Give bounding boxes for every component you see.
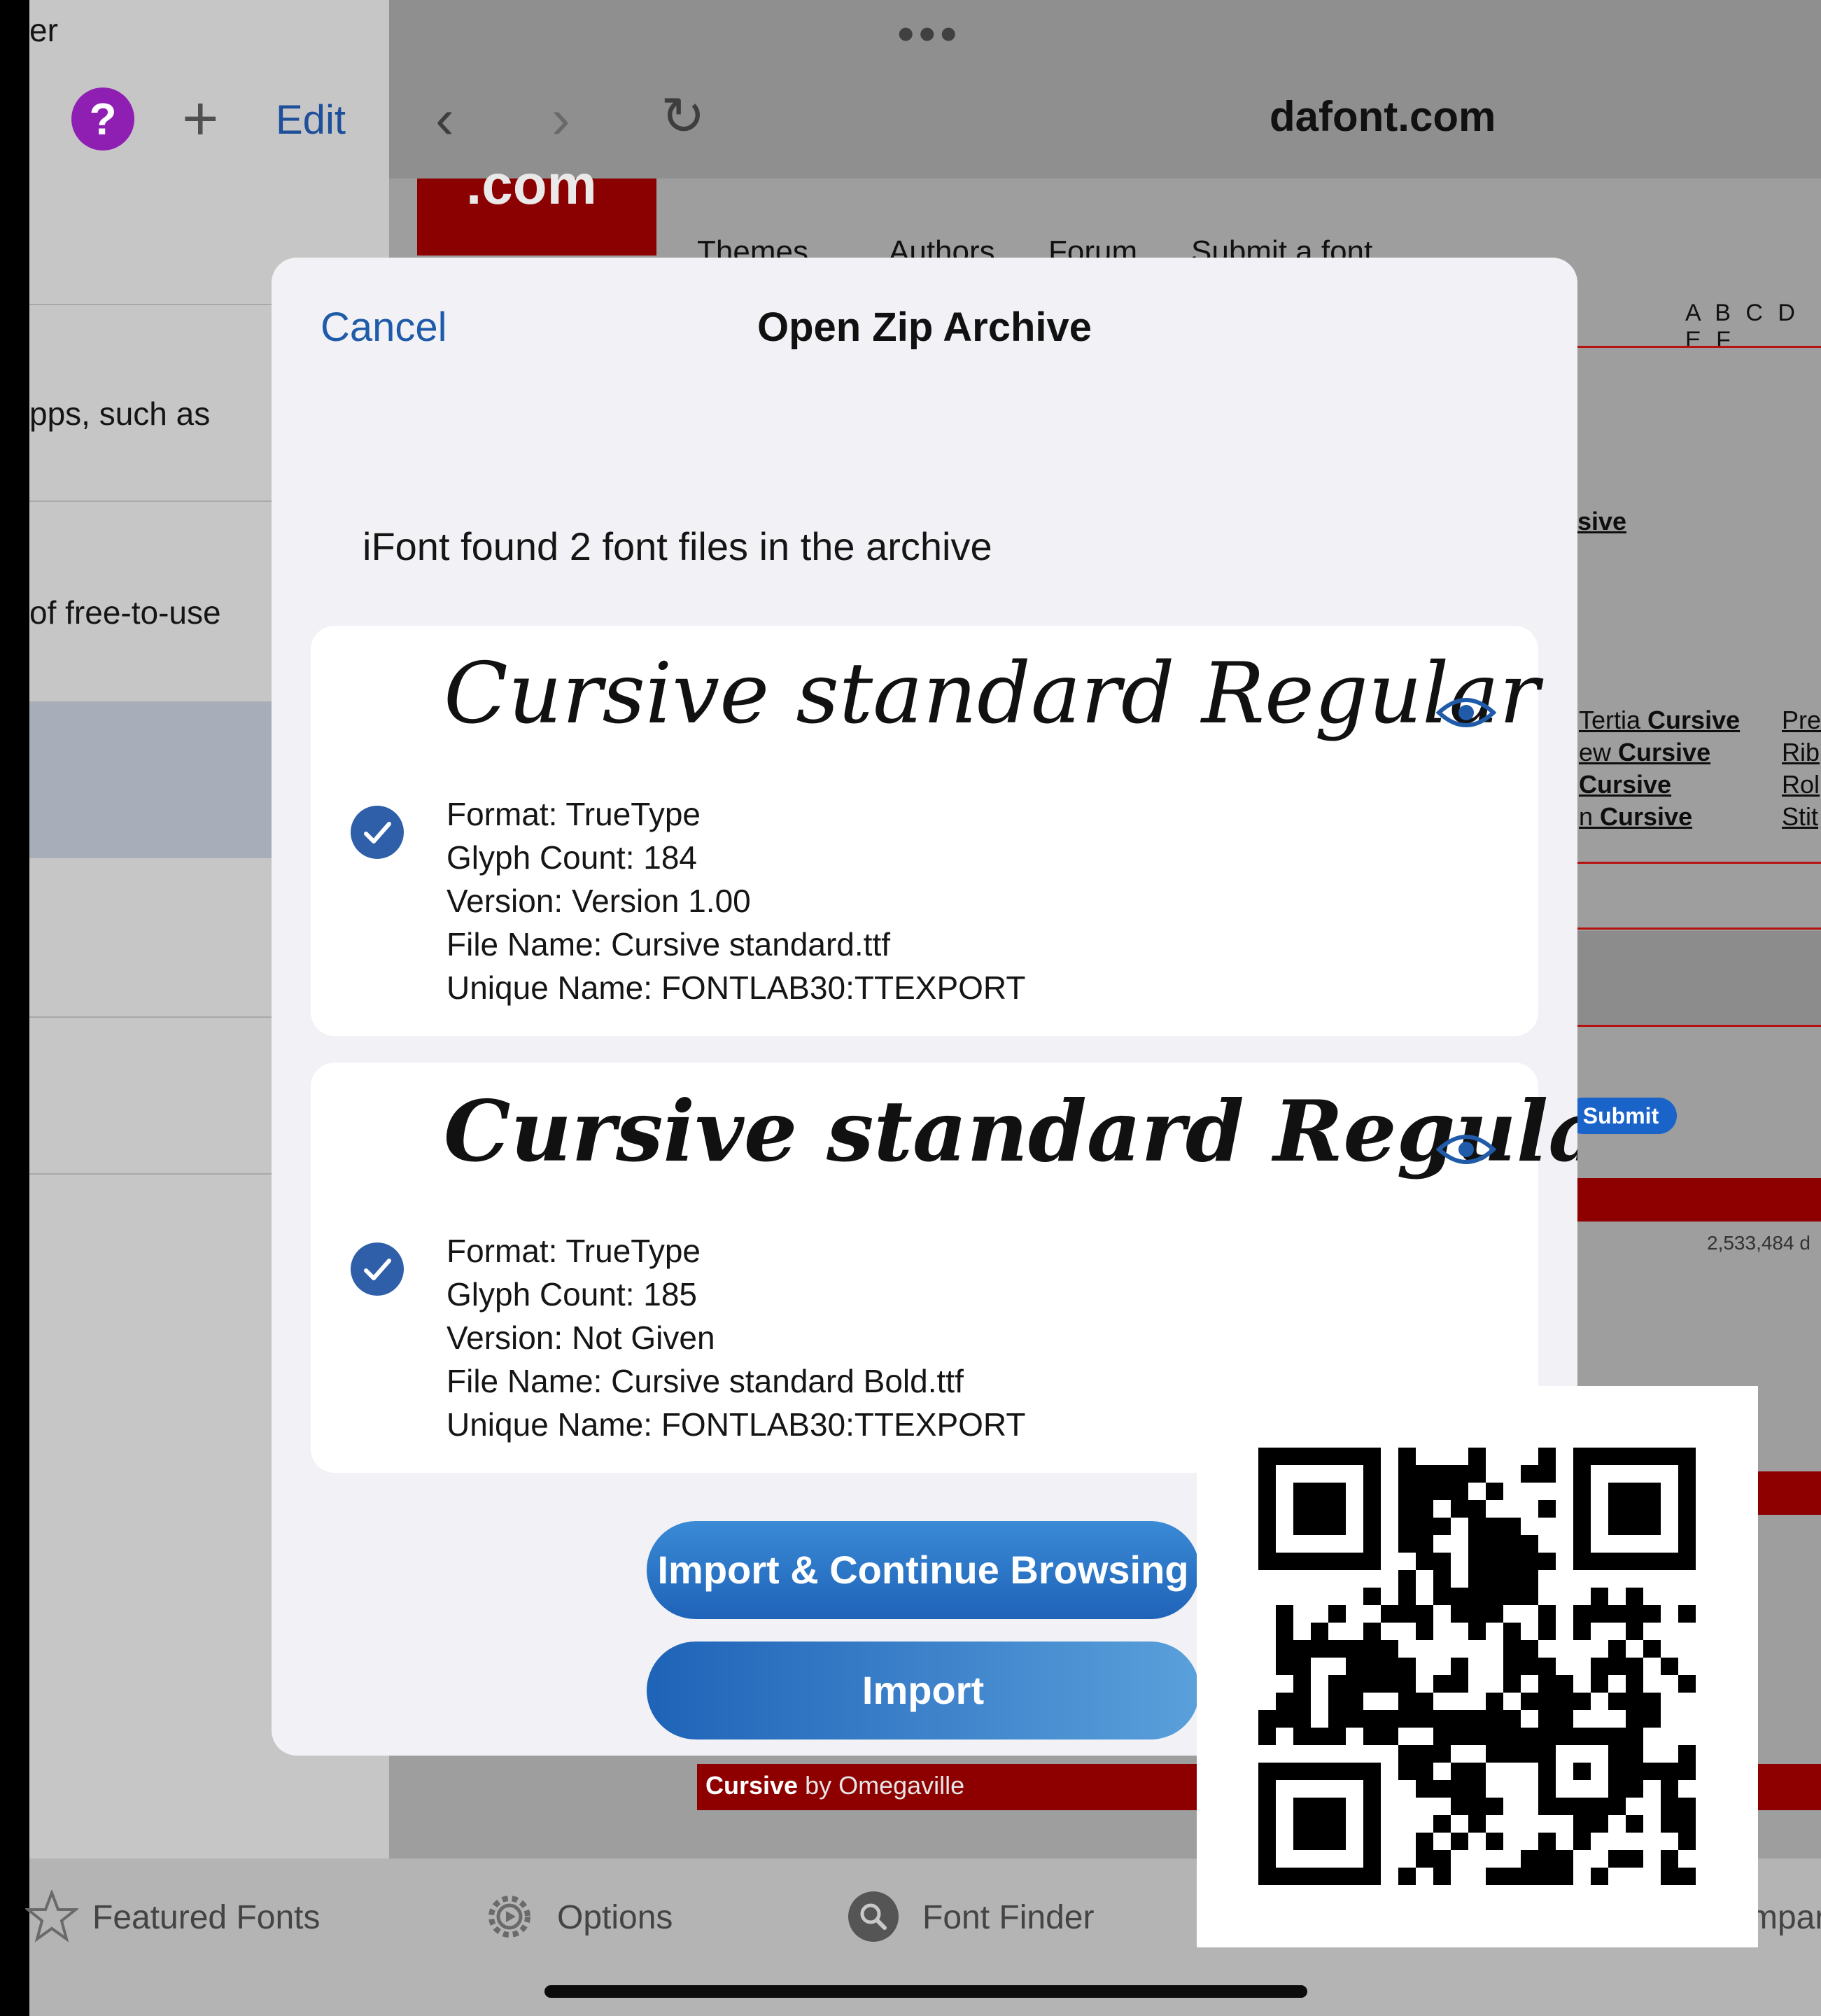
found-message: iFont found 2 font files in the archive (363, 524, 992, 568)
divider (1577, 1025, 1821, 1027)
plus-icon[interactable]: + (182, 84, 219, 154)
submit-button[interactable]: Submit (1565, 1098, 1677, 1134)
divider (1577, 927, 1821, 930)
page-band (1577, 931, 1821, 1025)
help-icon[interactable]: ? (71, 88, 134, 150)
font-link[interactable]: Cursive (1579, 770, 1671, 799)
font-link[interactable]: Pre (1782, 706, 1821, 735)
sidebar-item-text[interactable]: pps, such as (29, 395, 210, 433)
search-icon (848, 1891, 899, 1942)
glyph-count-label: Glyph Count: 184 (447, 839, 698, 876)
qr-code (1197, 1386, 1758, 1947)
dafont-logo-text: .com (466, 153, 597, 216)
unique-name-label: Unique Name: FONTLAB30:TTEXPORT (447, 1406, 1026, 1443)
divider (1577, 862, 1821, 864)
format-label: Format: TrueType (447, 796, 701, 832)
glyph-count-label: Glyph Count: 185 (447, 1276, 698, 1312)
font-link[interactable]: n Cursive (1579, 802, 1692, 832)
left-black-strip (0, 0, 29, 2016)
font-link[interactable]: sive (1577, 507, 1626, 536)
sidebar-item-text[interactable]: of free-to-use (29, 594, 221, 631)
download-count: 2,533,484 d (1707, 1232, 1811, 1254)
multitask-dots[interactable]: ••• (897, 6, 962, 62)
version-label: Version: Not Given (447, 1320, 715, 1356)
font-preview: Cursive standard Regular (444, 1082, 1577, 1181)
red-banner (1577, 1178, 1821, 1222)
tab-compare[interactable]: mpare (1750, 1898, 1821, 1937)
file-name-label: File Name: Cursive standard.ttf (447, 926, 891, 962)
gear-icon (488, 1896, 530, 1938)
version-label: Version: Version 1.00 (447, 883, 751, 919)
font-info: Format: TrueType Glyph Count: 185 Versio… (447, 1229, 1025, 1446)
sidebar-title: er (29, 12, 58, 48)
font-link[interactable]: Rol (1782, 770, 1820, 799)
import-button[interactable]: Import (647, 1642, 1200, 1740)
tab-font-finder[interactable]: Font Finder (922, 1898, 1094, 1937)
font-link[interactable]: Tertia Cursive (1579, 706, 1740, 735)
edit-button[interactable]: Edit (276, 97, 346, 144)
checkmark-icon[interactable] (350, 805, 405, 860)
font-link[interactable]: ew Cursive (1579, 738, 1710, 767)
font-link[interactable]: Stit (1782, 802, 1818, 832)
format-label: Format: TrueType (447, 1233, 701, 1269)
divider (1577, 346, 1821, 348)
qr-code-graphic (1258, 1448, 1696, 1885)
home-indicator (544, 1985, 1307, 1998)
dialog-title: Open Zip Archive (757, 304, 1092, 350)
eye-icon[interactable] (1436, 693, 1496, 732)
font-link[interactable]: Rib (1782, 738, 1820, 767)
eye-icon[interactable] (1436, 1130, 1496, 1169)
font-preview: Cursive standard Regular (444, 645, 1540, 743)
url-bar[interactable]: dafont.com (1270, 92, 1496, 141)
checkmark-icon[interactable] (350, 1242, 405, 1296)
unique-name-label: Unique Name: FONTLAB30:TTEXPORT (447, 969, 1026, 1006)
font-info: Format: TrueType Glyph Count: 184 Versio… (447, 792, 1025, 1009)
back-icon[interactable]: ‹ (435, 88, 454, 150)
forward-icon[interactable]: › (551, 88, 570, 150)
file-name-label: File Name: Cursive standard Bold.ttf (447, 1363, 964, 1399)
tab-featured-fonts[interactable]: Featured Fonts (92, 1898, 321, 1937)
font-card[interactable]: Cursive standard Regular Format: TrueTyp… (311, 626, 1540, 1036)
font-title-text[interactable]: Cursive by Omegaville (705, 1771, 964, 1800)
import-continue-browsing-button[interactable]: Import & Continue Browsing (647, 1521, 1200, 1619)
tab-options[interactable]: Options (557, 1898, 673, 1937)
reload-icon[interactable]: ↻ (661, 85, 705, 148)
browser-toolbar (389, 0, 1821, 178)
star-icon (25, 1890, 78, 1942)
